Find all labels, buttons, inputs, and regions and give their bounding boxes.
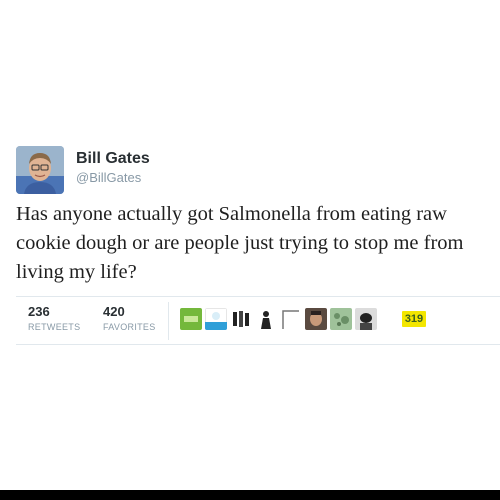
author-block[interactable]: Bill Gates @BillGates <box>76 150 150 186</box>
stats-separator <box>168 302 169 340</box>
stats-divider-top <box>16 296 500 297</box>
favoriter-avatar[interactable] <box>280 308 302 330</box>
author-handle[interactable]: @BillGates <box>76 170 150 186</box>
favoriters-more-count[interactable]: 319 <box>402 311 426 327</box>
favoriter-image <box>330 308 352 330</box>
retweet-label: RETWEETS <box>28 322 81 332</box>
favorite-count: 420 <box>103 304 125 319</box>
tweet-card: Bill Gates @BillGates Has anyone actuall… <box>0 0 500 500</box>
favoriter-avatar[interactable] <box>255 308 277 330</box>
avatar-image <box>16 146 64 194</box>
tweet-text: Has anyone actually got Salmonella from … <box>16 203 464 283</box>
favoriter-avatar[interactable] <box>355 308 377 330</box>
favoriter-image <box>305 308 327 330</box>
favoriter-avatar[interactable] <box>230 308 252 330</box>
favoriter-avatar[interactable] <box>180 308 202 330</box>
favoriter-avatar[interactable] <box>305 308 327 330</box>
author-display-name[interactable]: Bill Gates <box>76 150 150 168</box>
favoriter-avatar[interactable] <box>205 308 227 330</box>
favoriter-image <box>255 308 277 330</box>
favoriter-image <box>280 308 302 330</box>
retweet-count: 236 <box>28 304 50 319</box>
favoriter-image <box>180 308 202 330</box>
favoriter-image <box>230 308 252 330</box>
bottom-edge-bar <box>0 490 500 500</box>
favoriter-image <box>355 308 377 330</box>
stats-divider-bottom <box>16 344 500 345</box>
favoriter-avatar[interactable] <box>330 308 352 330</box>
favoriter-image <box>205 308 227 330</box>
retweet-stat[interactable]: 236 RETWEETS <box>28 304 80 334</box>
favorite-stat[interactable]: 420 FAVORITES <box>103 304 156 334</box>
favorite-label: FAVORITES <box>103 322 156 332</box>
author-avatar[interactable] <box>16 146 64 194</box>
